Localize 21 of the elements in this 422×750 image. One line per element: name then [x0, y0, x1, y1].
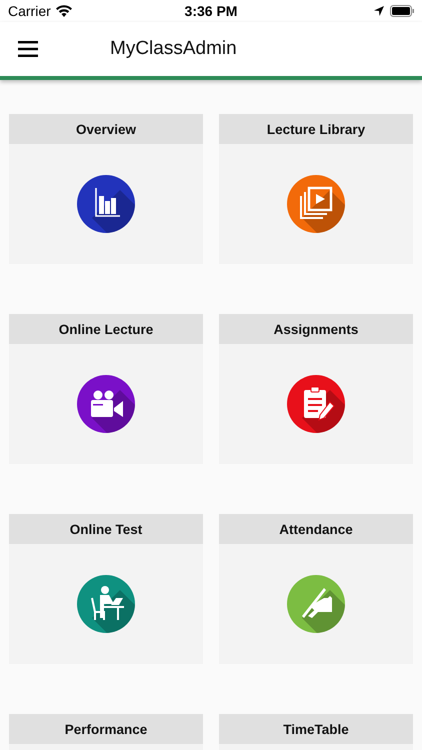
app-title: MyClassAdmin: [110, 38, 237, 60]
wifi-icon: [56, 5, 72, 17]
tile-card[interactable]: [9, 344, 203, 464]
clock-time: 3:36 PM: [184, 3, 238, 19]
tile-card[interactable]: [219, 344, 413, 464]
tile-card[interactable]: [219, 144, 413, 264]
tile-title[interactable]: Overview: [9, 114, 203, 144]
menu-icon[interactable]: [18, 40, 40, 58]
carrier-name: Carrier: [8, 3, 51, 19]
tile-title[interactable]: Lecture Library: [219, 114, 413, 144]
battery-icon: [390, 5, 414, 17]
tile-card[interactable]: [219, 544, 413, 664]
tile-title[interactable]: Performance: [9, 714, 203, 744]
tile-title[interactable]: Assignments: [219, 314, 413, 344]
location-icon: [374, 6, 384, 16]
tile-card[interactable]: [9, 544, 203, 664]
tile-title[interactable]: TimeTable: [219, 714, 413, 744]
tile-title[interactable]: Attendance: [219, 514, 413, 544]
tile-title[interactable]: Online Lecture: [9, 314, 203, 344]
tile-card[interactable]: [9, 144, 203, 264]
tile-title[interactable]: Online Test: [9, 514, 203, 544]
